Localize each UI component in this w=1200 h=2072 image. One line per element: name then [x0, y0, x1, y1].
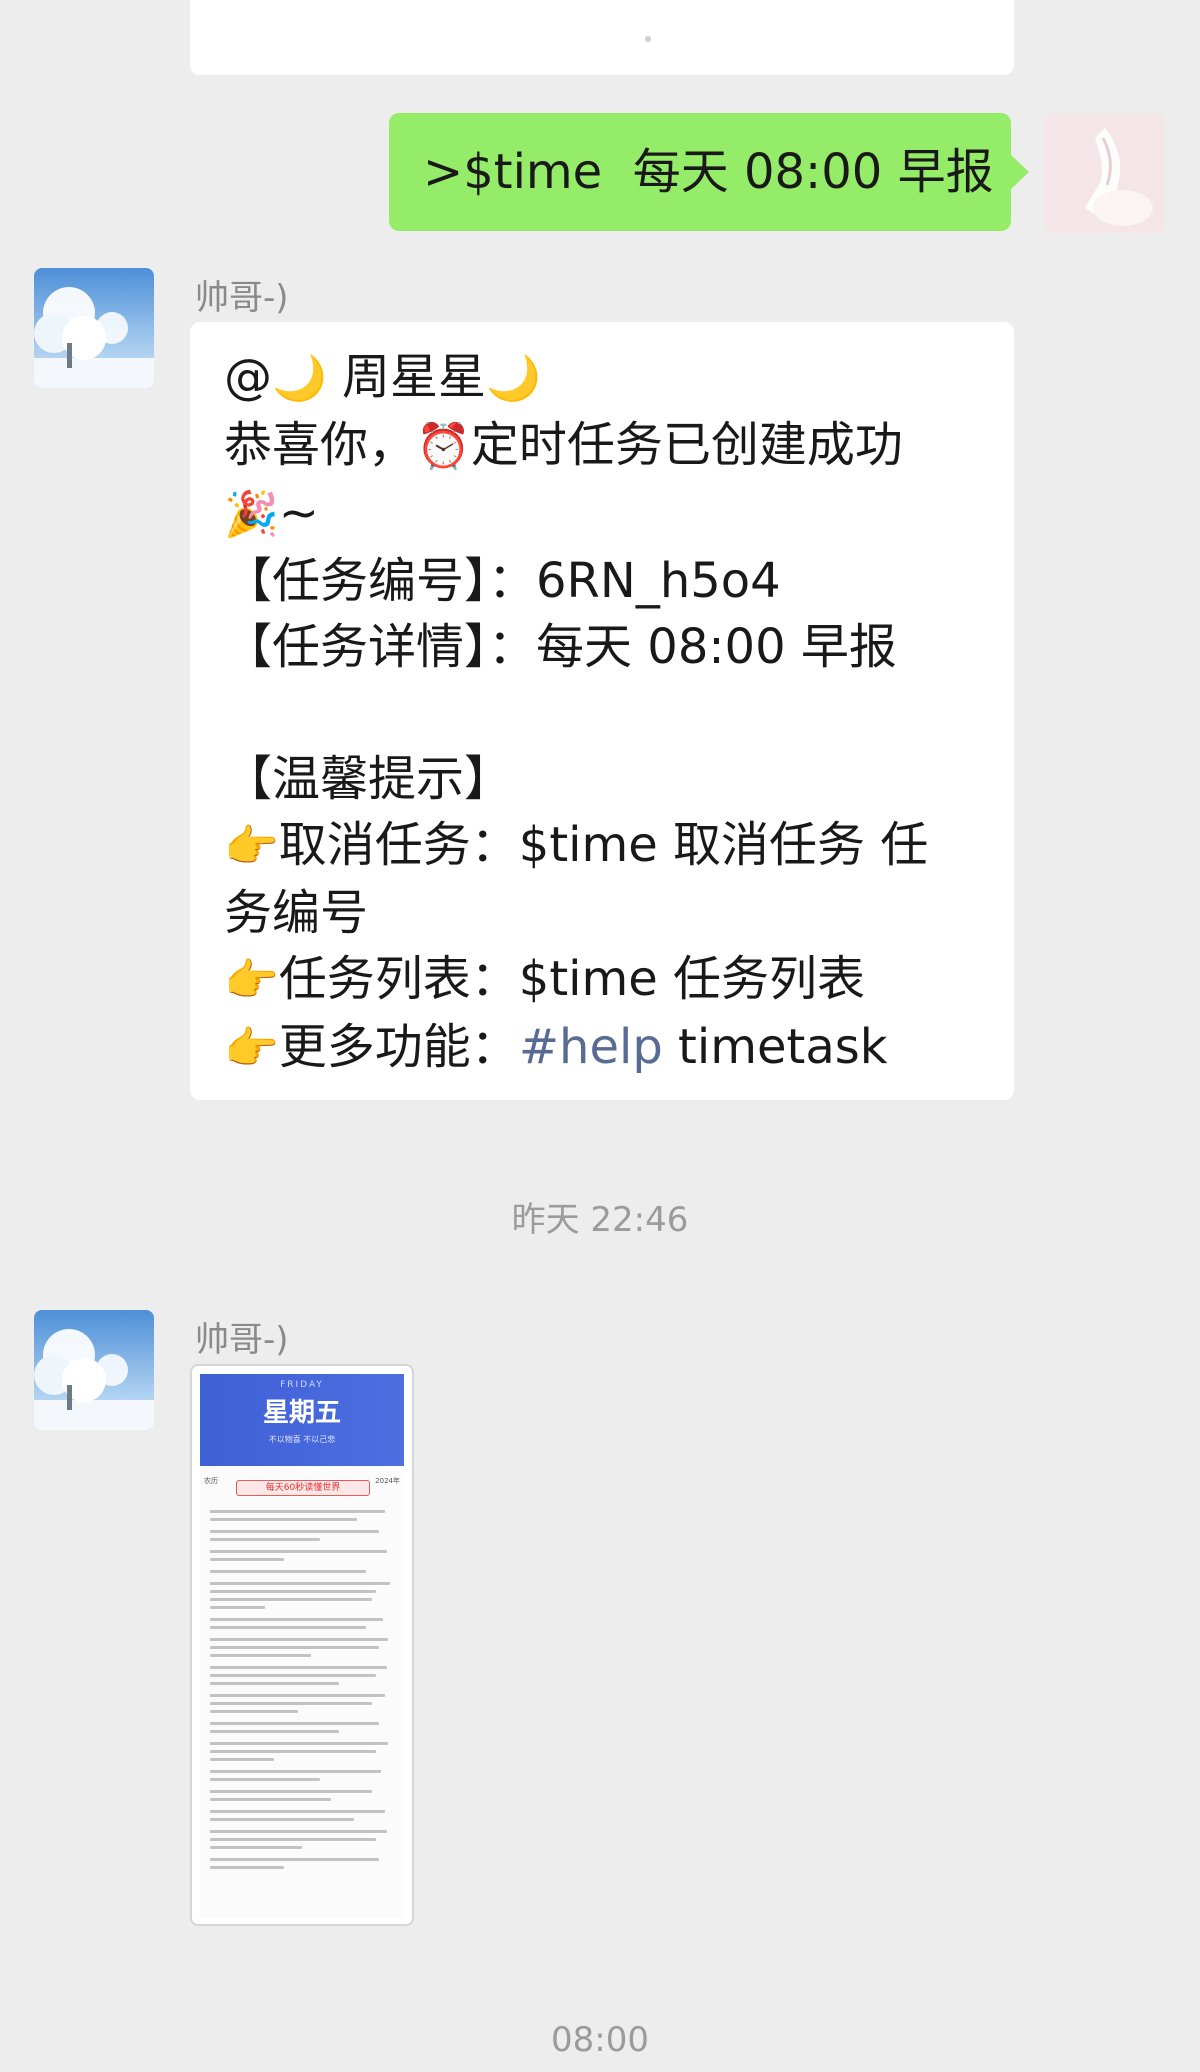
tilde-text: ~ — [278, 485, 320, 541]
previous-message-fragment — [645, 36, 651, 42]
sender-name: 帅哥-) — [195, 1320, 289, 1360]
sent-message-bubble[interactable]: >$time 每天 08:00 早报 — [389, 113, 1029, 231]
crescent-moon-icon: 🌙 — [272, 353, 327, 404]
poster-banner: FRIDAY 星期五 不以物喜 不以己悲 — [200, 1374, 404, 1466]
tip-cancel-text: 取消任务：$time 取消任务 任 — [278, 817, 929, 873]
crescent-moon-icon: 🌙 — [486, 353, 541, 404]
friend-avatar[interactable] — [34, 268, 154, 388]
pointing-hand-icon: 👉 — [224, 821, 279, 872]
poster-date-right: 2024年 — [375, 1477, 400, 1485]
poster-body-text — [210, 1510, 394, 1874]
poster-tag: FRIDAY — [280, 1380, 324, 1390]
tip-list-text: 任务列表：$time 任务列表 — [278, 951, 866, 1007]
congrats-line: 恭喜你，⏰定时任务已创建成功 — [224, 412, 980, 480]
alarm-clock-icon: ⏰ — [416, 421, 471, 472]
mention-name: 周星星 — [326, 349, 487, 405]
poster-headline: 每天60秒读懂世界 — [236, 1480, 370, 1496]
poster-date-left: 农历 — [204, 1477, 218, 1485]
tip-list-line: 👉任务列表：$time 任务列表 — [224, 946, 980, 1014]
image-message[interactable]: FRIDAY 星期五 不以物喜 不以己悲 农历 2024年 每天60秒读懂世界 — [190, 1364, 414, 1926]
poster-subtitle: 不以物喜 不以己悲 — [268, 1435, 336, 1444]
pointing-hand-icon: 👉 — [224, 1023, 279, 1074]
task-detail-line: 【任务详情】：每天 08:00 早报 — [224, 614, 980, 680]
task-id-value: 6RN_h5o4 — [536, 553, 781, 609]
timestamp: 08:00 — [551, 2020, 649, 2060]
task-detail-label: 【任务详情】： — [224, 619, 537, 675]
tip-header: 【温馨提示】 — [224, 751, 513, 807]
poster-title: 星期五 — [262, 1398, 341, 1428]
tip-more-line: 👉更多功能：#help timetask — [224, 1014, 980, 1082]
sender-name: 帅哥-) — [195, 278, 289, 318]
task-id-label: 【任务编号】： — [224, 553, 537, 609]
mention-line: @🌙 周星星🌙 — [224, 344, 980, 412]
news-poster-image: FRIDAY 星期五 不以物喜 不以己悲 农历 2024年 每天60秒读懂世界 — [200, 1374, 404, 1918]
tip-more-rest: timetask — [662, 1019, 888, 1075]
party-line: 🎉~ — [224, 480, 980, 548]
help-link[interactable]: #help — [519, 1019, 663, 1075]
task-id-line: 【任务编号】：6RN_h5o4 — [224, 548, 980, 614]
tip-cancel-line: 👉取消任务：$time 取消任务 任 — [224, 812, 980, 880]
mention-at: @ — [224, 349, 272, 405]
tip-more-label: 更多功能： — [278, 1019, 519, 1075]
bot-reply-bubble[interactable]: @🌙 周星星🌙 恭喜你，⏰定时任务已创建成功 🎉~ 【任务编号】：6RN_h5o… — [190, 322, 1014, 1100]
previous-message-bubble[interactable] — [190, 0, 1014, 75]
task-detail-value: 每天 08:00 早报 — [536, 619, 897, 675]
party-popper-icon: 🎉 — [224, 489, 279, 540]
my-avatar[interactable] — [1045, 113, 1165, 233]
poster-headline-text: 每天60秒读懂世界 — [265, 1483, 341, 1493]
friend-avatar[interactable] — [34, 1310, 154, 1430]
pointing-hand-icon: 👉 — [224, 955, 279, 1006]
congrats-text-b: 定时任务已创建成功 — [470, 417, 903, 473]
congrats-text-a: 恭喜你， — [224, 417, 417, 473]
timestamp: 昨天 22:46 — [511, 1200, 689, 1240]
tip-cancel-line-cont: 务编号 — [224, 885, 369, 941]
